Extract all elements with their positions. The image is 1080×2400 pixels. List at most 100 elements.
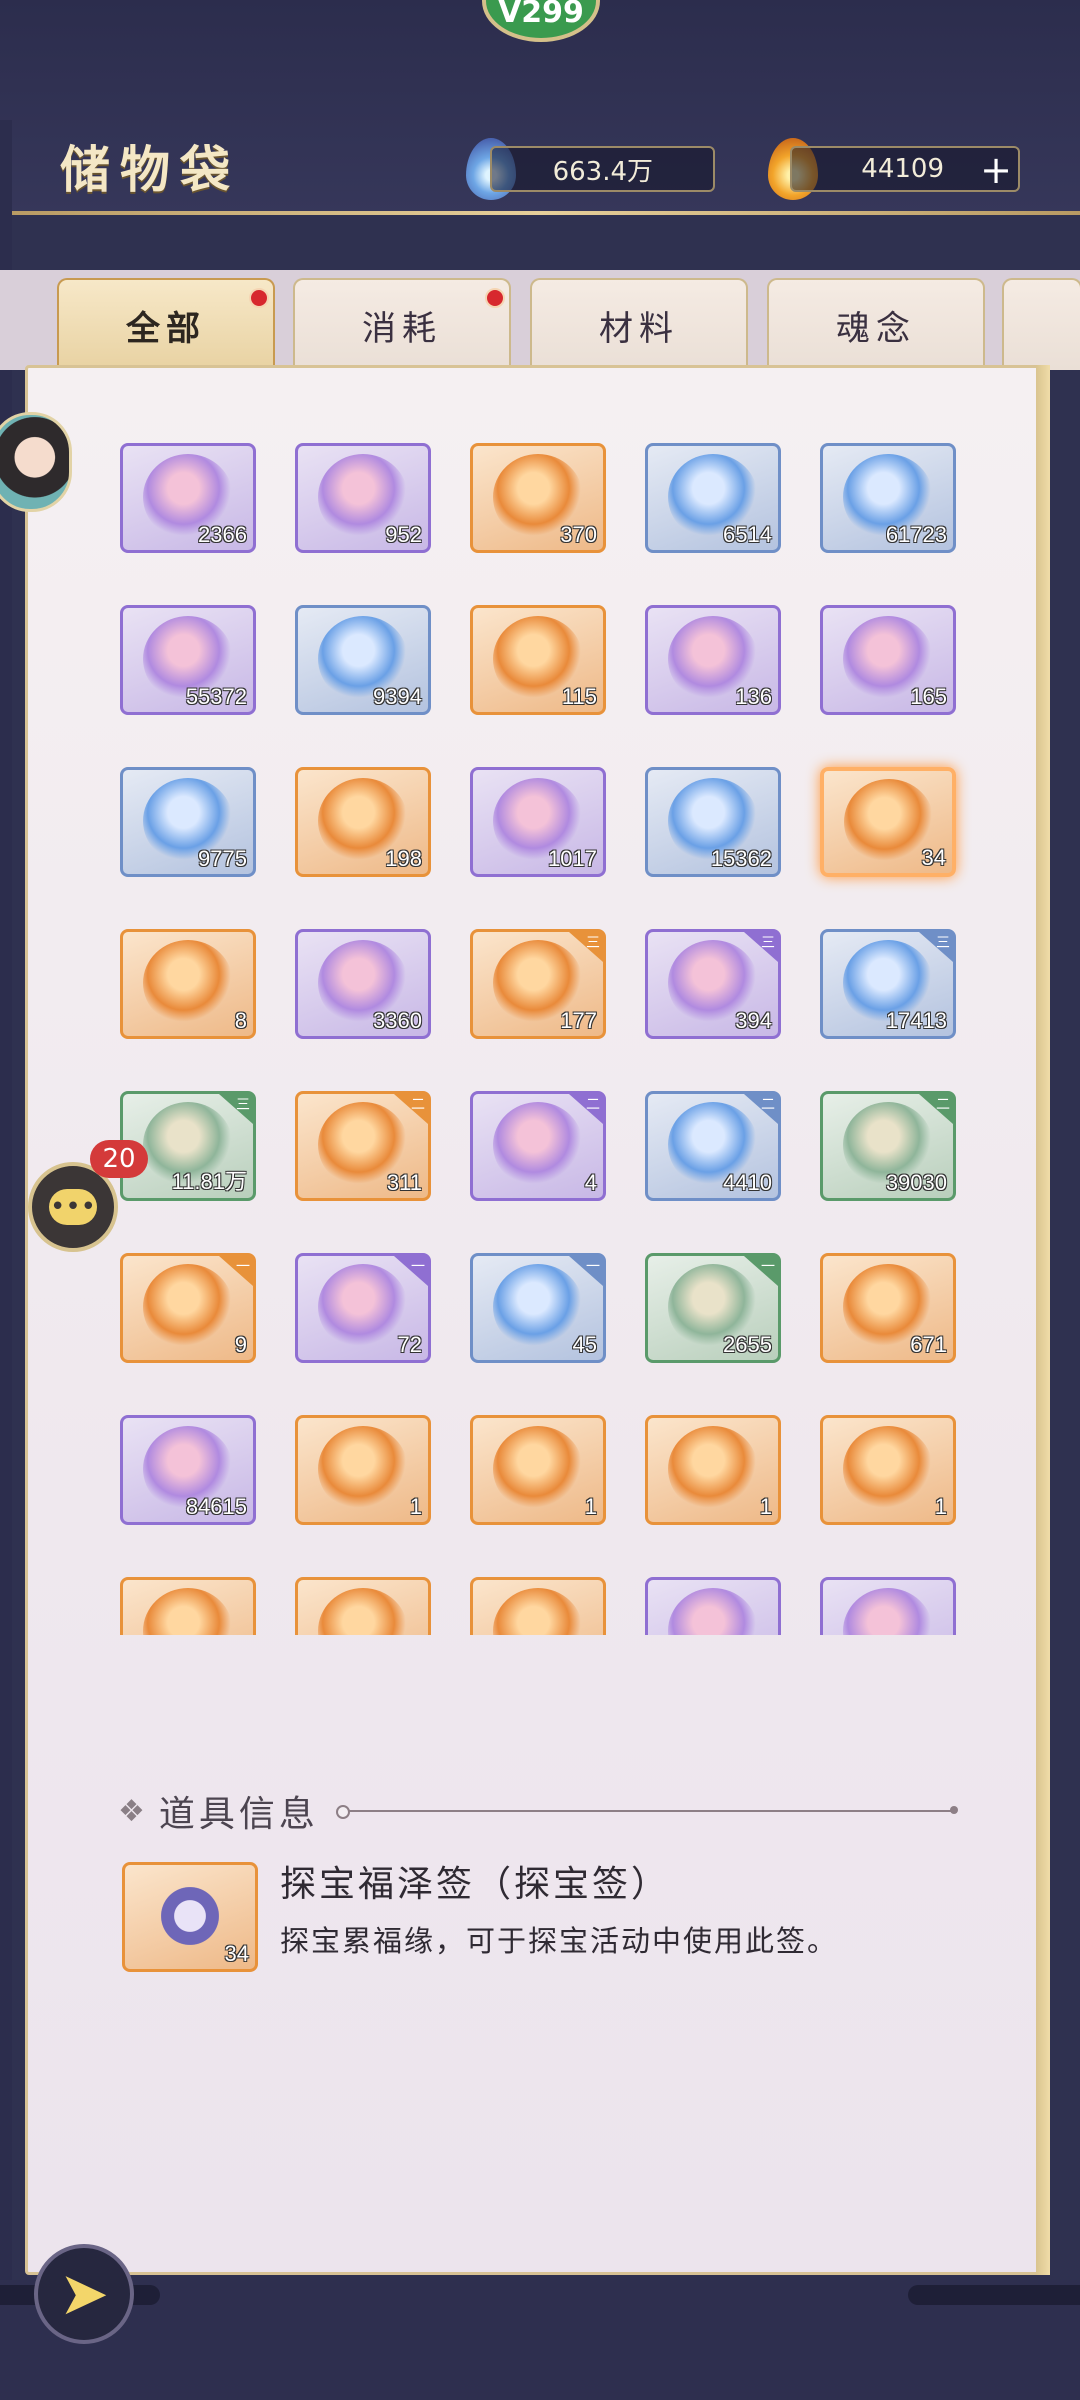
inventory-item[interactable]: 1017 — [470, 767, 606, 877]
item-icon — [844, 779, 934, 865]
item-count: 3360 — [373, 1008, 422, 1033]
item-description: 探宝累福缘，可于探宝活动中使用此签。 — [280, 1924, 839, 1958]
inventory-item[interactable]: 一 45 — [470, 1253, 606, 1363]
item-icon — [318, 1426, 408, 1512]
item-count: 9775 — [198, 846, 247, 871]
inventory-item[interactable]: 三 177 — [470, 929, 606, 1039]
notification-dot — [249, 288, 269, 308]
inventory-item[interactable]: 1 — [295, 1415, 431, 1525]
inventory-item[interactable]: 15362 — [645, 767, 781, 877]
inventory-item[interactable]: 34 — [820, 767, 956, 877]
inventory-item[interactable]: 165 — [820, 605, 956, 715]
talisman-icon — [145, 1873, 235, 1959]
item-icon — [843, 1426, 933, 1512]
item-icon — [493, 1264, 583, 1350]
inventory-item[interactable]: 115 — [470, 605, 606, 715]
inventory-item[interactable]: 二 311 — [295, 1091, 431, 1201]
item-count: 165 — [910, 684, 947, 709]
item-count: 11.81万 — [171, 1169, 247, 1194]
inventory-item[interactable] — [120, 1577, 256, 1635]
item-count: 72 — [397, 1332, 422, 1357]
tab-more[interactable] — [1002, 278, 1080, 370]
item-count: 15362 — [710, 846, 772, 871]
inventory-item[interactable]: 2366 — [120, 443, 256, 553]
item-count: 198 — [385, 846, 422, 871]
item-grid-scroll[interactable]: 2366 952 370 6514 61723 55372 9394 115 136 165 977… — [115, 430, 975, 1635]
inventory-item[interactable]: 1 — [470, 1415, 606, 1525]
item-count: 4410 — [723, 1170, 772, 1195]
item-count: 115 — [561, 684, 597, 709]
inventory-item[interactable]: 8 — [120, 929, 256, 1039]
item-count: 8 — [234, 1008, 247, 1033]
diamond-icon: ❖ — [118, 1793, 145, 1829]
inventory-item[interactable]: 136 — [645, 605, 781, 715]
tab-materials[interactable]: 材料 — [530, 278, 748, 370]
inventory-item[interactable]: 370 — [470, 443, 606, 553]
item-icon — [493, 1102, 583, 1188]
inventory-item[interactable]: 61723 — [820, 443, 956, 553]
item-count: 394 — [735, 1008, 772, 1033]
item-count: 61723 — [885, 522, 947, 547]
item-count: 34 — [224, 1941, 249, 1966]
tab-label: 消耗 — [362, 308, 442, 349]
tab-bar: 全部 消耗 材料 魂念 — [0, 270, 1080, 370]
chat-icon: ••• — [49, 1189, 97, 1225]
item-count: 2655 — [723, 1332, 772, 1357]
notification-dot — [485, 288, 505, 308]
add-currency-button[interactable]: + — [976, 148, 1016, 192]
inventory-item[interactable] — [645, 1577, 781, 1635]
item-icon — [493, 1426, 583, 1512]
inventory-item[interactable]: 一 2655 — [645, 1253, 781, 1363]
inventory-item[interactable]: 55372 — [120, 605, 256, 715]
item-count: 17413 — [885, 1008, 947, 1033]
item-count: 2366 — [198, 522, 247, 547]
inventory-item[interactable]: 198 — [295, 767, 431, 877]
item-count: 311 — [386, 1170, 422, 1195]
tab-label: 全部 — [126, 308, 206, 349]
inventory-item[interactable]: 1 — [820, 1415, 956, 1525]
inventory-item[interactable]: 一 72 — [295, 1253, 431, 1363]
back-button[interactable]: ➤ — [34, 2244, 134, 2344]
inventory-item[interactable]: 二 4410 — [645, 1091, 781, 1201]
selected-item-icon: 34 — [122, 1862, 258, 1972]
item-count: 39030 — [885, 1170, 947, 1195]
inventory-item[interactable]: 3360 — [295, 929, 431, 1039]
inventory-item[interactable]: 二 39030 — [820, 1091, 956, 1201]
item-count: 6514 — [723, 522, 772, 547]
item-name: 探宝福泽签（探宝签） — [280, 1864, 671, 1905]
tab-all[interactable]: 全部 — [57, 278, 275, 370]
currency-spirit-stone: 663.4万 — [490, 146, 715, 192]
item-count: 671 — [910, 1332, 947, 1357]
avatar[interactable] — [0, 412, 72, 512]
inventory-item[interactable] — [470, 1577, 606, 1635]
item-count: 1 — [759, 1494, 772, 1519]
inventory-item[interactable]: 952 — [295, 443, 431, 553]
inventory-item[interactable] — [820, 1577, 956, 1635]
item-icon — [143, 1588, 233, 1635]
item-count: 55372 — [185, 684, 247, 709]
item-count: 1017 — [548, 846, 597, 871]
item-icon — [318, 1588, 408, 1635]
inventory-item[interactable]: 1 — [645, 1415, 781, 1525]
item-icon — [318, 1264, 408, 1350]
tab-soul[interactable]: 魂念 — [767, 278, 985, 370]
inventory-item[interactable]: 671 — [820, 1253, 956, 1363]
item-count: 84615 — [185, 1494, 247, 1519]
inventory-item[interactable]: 9775 — [120, 767, 256, 877]
inventory-item[interactable]: 三 394 — [645, 929, 781, 1039]
inventory-item[interactable]: 84615 — [120, 1415, 256, 1525]
item-count: 1 — [584, 1494, 597, 1519]
tab-consumables[interactable]: 消耗 — [293, 278, 511, 370]
inventory-item[interactable]: 9394 — [295, 605, 431, 715]
item-count: 136 — [735, 684, 772, 709]
inventory-item[interactable]: 一9 — [120, 1253, 256, 1363]
inventory-item[interactable]: 二4 — [470, 1091, 606, 1201]
item-icon — [843, 1588, 933, 1635]
tab-label: 材料 — [599, 308, 679, 349]
chat-unread-badge: 20 — [90, 1140, 148, 1178]
inventory-item[interactable]: 6514 — [645, 443, 781, 553]
item-count: 1 — [934, 1494, 947, 1519]
item-count: 9 — [234, 1332, 247, 1357]
inventory-item[interactable] — [295, 1577, 431, 1635]
inventory-item[interactable]: 三 17413 — [820, 929, 956, 1039]
